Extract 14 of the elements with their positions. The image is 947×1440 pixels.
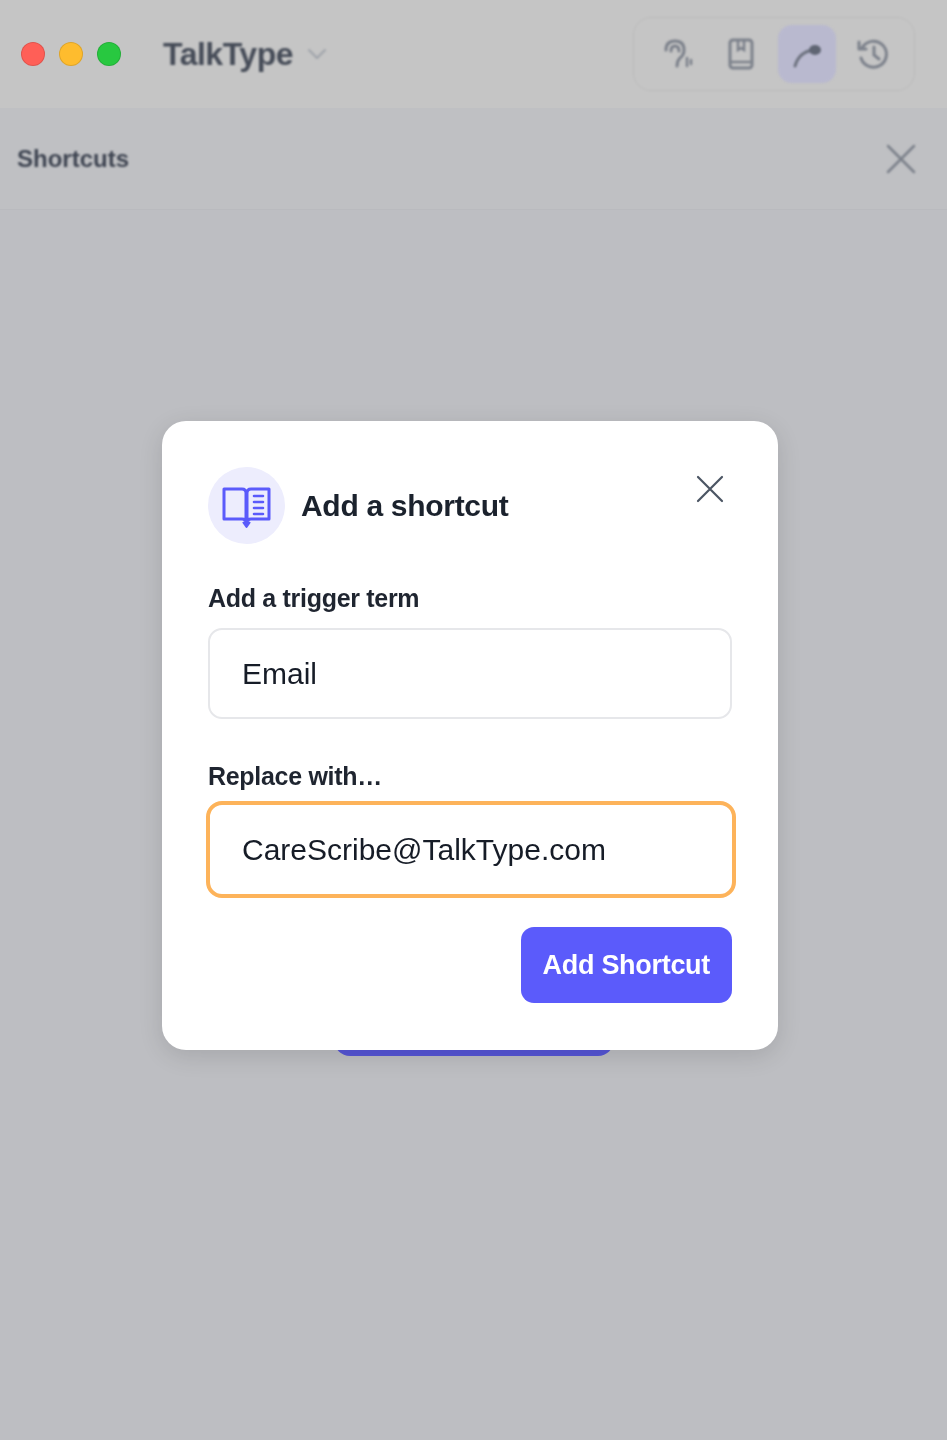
panel-title: Shortcuts xyxy=(17,143,129,174)
book-icon xyxy=(208,467,285,544)
field-label: Add a trigger term xyxy=(208,583,420,613)
add-shortcut-button[interactable]: Add Shortcut xyxy=(520,927,732,1003)
minimize-window-dot-icon[interactable] xyxy=(59,42,83,66)
app-title: TalkType xyxy=(163,35,293,74)
chevron-down-icon[interactable] xyxy=(306,48,327,60)
zoom-window-dot-icon[interactable] xyxy=(97,42,121,66)
close-window-dot-icon[interactable] xyxy=(21,42,45,66)
input-field[interactable]: Email xyxy=(208,628,732,719)
close-icon[interactable] xyxy=(696,475,724,503)
input-field[interactable]: CareScribe@TalkType.com xyxy=(206,801,736,898)
dialog-title: Add a shortcut xyxy=(301,488,509,524)
field-label: Replace with… xyxy=(208,761,382,791)
